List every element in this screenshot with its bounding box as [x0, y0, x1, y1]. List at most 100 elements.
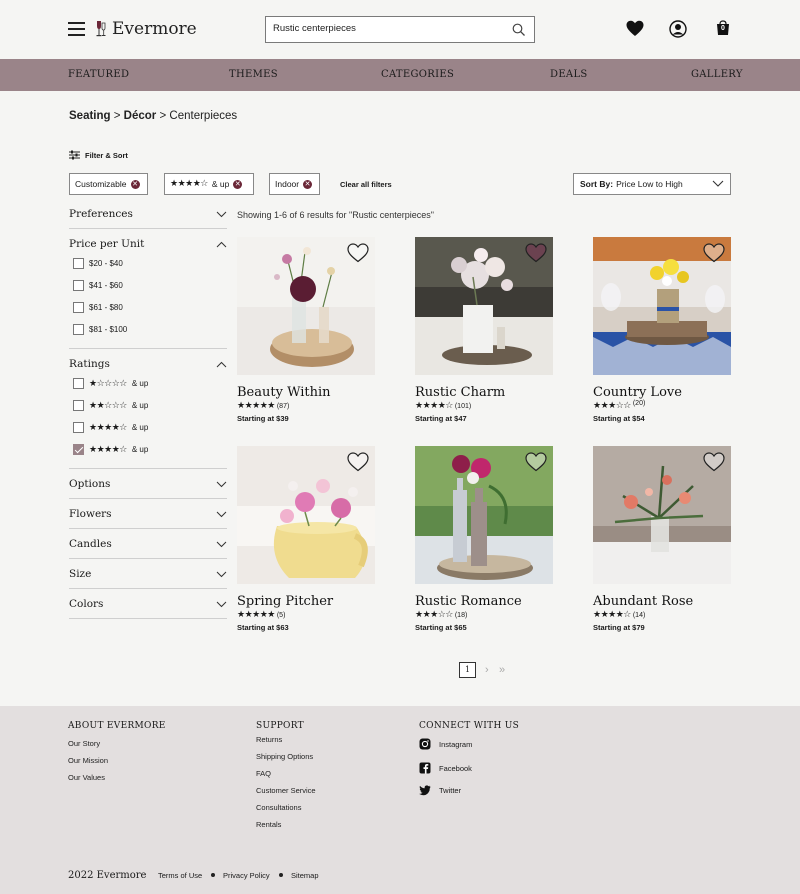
product-card[interactable]: Country Love ★★★☆☆ (20) Starting at $54: [593, 237, 733, 423]
nav-featured[interactable]: FEATURED: [68, 69, 129, 80]
remove-filter-icon[interactable]: ✕: [233, 179, 243, 189]
site-header: Evermore 0: [0, 0, 800, 59]
chip-label: & up: [211, 179, 230, 189]
price-option[interactable]: $41 - $60: [73, 280, 123, 291]
nav-gallery[interactable]: GALLERY: [691, 69, 743, 80]
search-input[interactable]: [273, 23, 503, 34]
filter-chip-customizable[interactable]: Customizable ✕: [69, 173, 148, 195]
search-icon[interactable]: [512, 23, 526, 37]
breadcrumb-decor[interactable]: Décor: [124, 110, 157, 122]
price-option[interactable]: $81 - $100: [73, 324, 127, 335]
product-image[interactable]: [237, 237, 375, 375]
product-card[interactable]: Rustic Romance ★★★☆☆ (18) Starting at $65: [415, 446, 555, 632]
filter-title: Colors: [69, 598, 104, 610]
checkbox[interactable]: [73, 400, 84, 411]
remove-filter-icon[interactable]: ✕: [130, 179, 140, 189]
footer-link-shipping[interactable]: Shipping Options: [256, 752, 313, 761]
review-count: (101): [454, 402, 472, 410]
favorite-heart-icon[interactable]: [525, 452, 547, 472]
product-image[interactable]: [415, 446, 553, 584]
rating-option[interactable]: ★★☆☆☆ & up: [73, 400, 148, 411]
last-page-icon[interactable]: »: [499, 664, 505, 676]
product-image[interactable]: [237, 446, 375, 584]
footer-link-terms[interactable]: Terms of Use: [158, 871, 202, 880]
filter-size[interactable]: Size: [69, 568, 227, 589]
review-count: (14): [632, 611, 646, 619]
footer-link-returns[interactable]: Returns: [256, 735, 282, 744]
page-number-current[interactable]: 1: [459, 662, 476, 678]
footer-link-our-story[interactable]: Our Story: [68, 739, 100, 748]
filter-chip-rating[interactable]: ★★★★☆ & up ✕: [164, 173, 254, 195]
product-card[interactable]: Spring Pitcher ★★★★★ (5) Starting at $63: [237, 446, 377, 632]
footer-link-instagram[interactable]: Instagram: [419, 738, 472, 750]
price-option[interactable]: $61 - $80: [73, 302, 123, 313]
checkbox[interactable]: [73, 378, 84, 389]
checkbox[interactable]: [73, 422, 84, 433]
product-card[interactable]: Rustic Charm ★★★★☆ (101) Starting at $47: [415, 237, 555, 423]
nav-themes[interactable]: THEMES: [229, 69, 278, 80]
checkbox[interactable]: [73, 324, 84, 335]
rating-option[interactable]: ★☆☆☆☆ & up: [73, 378, 148, 389]
product-name[interactable]: Spring Pitcher: [237, 594, 377, 609]
checkbox[interactable]: [73, 302, 84, 313]
chevron-up-icon[interactable]: [216, 241, 227, 248]
footer-link-sitemap[interactable]: Sitemap: [291, 871, 319, 880]
product-name[interactable]: Rustic Charm: [415, 385, 555, 400]
favorite-heart-icon[interactable]: [703, 243, 725, 263]
filter-chip-indoor[interactable]: Indoor ✕: [269, 173, 320, 195]
clear-all-filters-link[interactable]: Clear all filters: [340, 180, 392, 189]
footer-link-twitter[interactable]: Twitter: [419, 785, 461, 796]
filter-colors[interactable]: Colors: [69, 598, 227, 619]
checkbox[interactable]: [73, 280, 84, 291]
favorite-heart-icon[interactable]: [703, 452, 725, 472]
footer-link-faq[interactable]: FAQ: [256, 769, 271, 778]
footer-support-title: SUPPORT: [256, 721, 304, 731]
product-name[interactable]: Abundant Rose: [593, 594, 733, 609]
sort-select[interactable]: Sort By: Price Low to High: [573, 173, 731, 195]
cart-count: 0: [721, 25, 725, 32]
price-option[interactable]: $20 - $40: [73, 258, 123, 269]
footer-link-rentals[interactable]: Rentals: [256, 820, 281, 829]
footer-link-consultations[interactable]: Consultations: [256, 803, 301, 812]
chevron-up-icon[interactable]: [216, 361, 227, 368]
menu-icon[interactable]: [68, 22, 85, 36]
search-box[interactable]: [265, 16, 535, 43]
rating-option[interactable]: ★★★★☆ & up: [73, 444, 148, 455]
cart-button[interactable]: 0: [714, 20, 732, 38]
favorite-heart-icon[interactable]: [347, 243, 369, 263]
next-page-icon[interactable]: ›: [485, 664, 489, 676]
footer-link-customer-service[interactable]: Customer Service: [256, 786, 316, 795]
footer-link-our-values[interactable]: Our Values: [68, 773, 105, 782]
product-card[interactable]: Abundant Rose ★★★★☆ (14) Starting at $79: [593, 446, 733, 632]
heart-icon[interactable]: [626, 20, 644, 37]
footer-link-our-mission[interactable]: Our Mission: [68, 756, 108, 765]
product-image[interactable]: [593, 237, 731, 375]
logo[interactable]: Evermore: [95, 19, 197, 39]
filter-flowers[interactable]: Flowers: [69, 508, 227, 529]
remove-filter-icon[interactable]: ✕: [303, 179, 313, 189]
footer-link-facebook[interactable]: Facebook: [419, 762, 472, 774]
footer-link-privacy[interactable]: Privacy Policy: [223, 871, 270, 880]
product-price: Starting at $65: [415, 623, 467, 632]
filter-sort-label[interactable]: Filter & Sort: [69, 150, 128, 160]
product-image[interactable]: [593, 446, 731, 584]
nav-deals[interactable]: DEALS: [550, 69, 588, 80]
checkbox-checked[interactable]: [73, 444, 84, 455]
product-image[interactable]: [415, 237, 553, 375]
favorite-heart-icon[interactable]: [525, 243, 547, 263]
filter-options[interactable]: Options: [69, 478, 227, 499]
product-card[interactable]: Beauty Within ★★★★★ (87) Starting at $39: [237, 237, 377, 423]
option-label: $20 - $40: [89, 259, 123, 268]
rating-option[interactable]: ★★★★☆ & up: [73, 422, 148, 433]
filter-candles[interactable]: Candles: [69, 538, 227, 559]
product-name[interactable]: Beauty Within: [237, 385, 377, 400]
product-name[interactable]: Country Love: [593, 385, 733, 400]
product-name[interactable]: Rustic Romance: [415, 594, 555, 609]
breadcrumb-seating[interactable]: Seating: [69, 110, 111, 122]
checkbox[interactable]: [73, 258, 84, 269]
chevron-down-icon: [712, 180, 724, 187]
favorite-heart-icon[interactable]: [347, 452, 369, 472]
account-icon[interactable]: [669, 20, 687, 38]
filter-preferences[interactable]: Preferences: [69, 208, 227, 229]
nav-categories[interactable]: CATEGORIES: [381, 69, 454, 80]
